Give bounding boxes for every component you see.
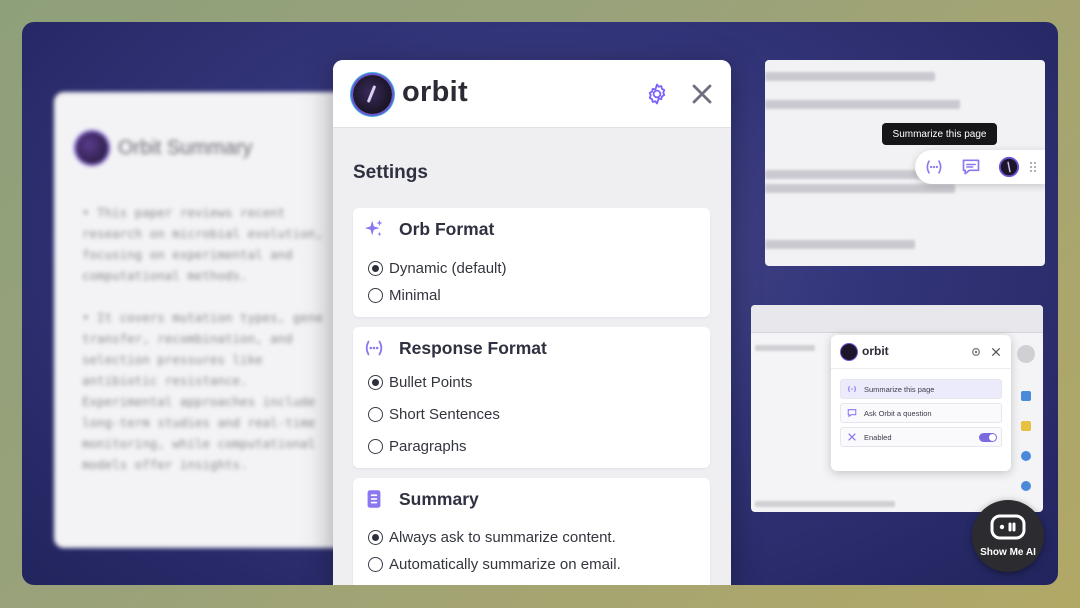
radio-unselected[interactable] [368,288,383,303]
tooltip: Summarize this page [882,123,997,145]
item-label: Ask Orbit a question [864,408,932,418]
summarize-page-item[interactable]: Summarize this page [840,379,1002,399]
chat-icon [847,409,857,418]
radio-short-sentences[interactable]: Short Sentences [368,406,500,423]
radio-bullet-points[interactable]: Bullet Points [368,374,472,391]
section-title: Orb Format [399,218,495,239]
settings-heading: Settings [353,162,428,183]
close-icon[interactable] [690,82,714,106]
option-label: Short Sentences [389,406,500,423]
option-label: Automatically summarize on email. [389,556,621,573]
background-summary-card: Orbit Summary • This paper reviews recen… [54,92,354,548]
brand-name: orbit [862,344,889,358]
panel-header: orbit [333,60,731,128]
summary-title: Orbit Summary [118,136,253,159]
robot-icon [990,514,1026,540]
sidebar-app-icon[interactable] [1021,481,1031,491]
response-format-section: Response Format Bullet Points Short Sent… [353,327,710,468]
summary-text: • This paper reviews recent research on … [82,202,332,475]
radio-minimal[interactable]: Minimal [368,287,441,304]
settings-panel: orbit Settings Orb Format Dynamic (defau… [333,60,731,585]
section-title: Response Format [399,337,547,358]
browser-toolbar [751,305,1043,333]
orbit-logo-icon [353,75,392,114]
sidebar-app-icon[interactable] [1021,421,1031,431]
close-icon[interactable] [991,347,1001,357]
section-title: Summary [399,488,479,509]
badge-label: Show Me AI [980,547,1036,558]
radio-selected[interactable] [368,530,383,545]
radio-selected[interactable] [368,375,383,390]
summary-paragraph: • This paper reviews recent research on … [82,205,323,283]
sidebar-app-icon[interactable] [1021,391,1031,401]
enabled-item[interactable]: Enabled [840,427,1002,447]
drag-handle-icon[interactable] [1029,161,1037,173]
document-icon [367,490,381,508]
floating-toolbar [915,150,1045,184]
radio-paragraphs[interactable]: Paragraphs [368,438,467,455]
gear-icon[interactable] [971,347,981,357]
radio-selected[interactable] [368,261,383,276]
x-icon [848,433,856,441]
option-label: Bullet Points [389,374,473,391]
sparkle-icon [364,219,383,237]
option-label: Dynamic (default) [389,260,507,277]
summarize-icon[interactable] [923,157,945,177]
item-label: Enabled [864,432,892,442]
radio-auto-summarize[interactable]: Automatically summarize on email. [368,556,621,573]
option-label: Paragraphs [389,438,467,455]
sidebar-app-icon[interactable] [1021,451,1031,461]
dots-bracket-icon [848,385,856,393]
orbit-logo-icon [76,132,108,164]
orbit-orb-icon[interactable] [998,156,1020,178]
radio-unselected[interactable] [368,439,383,454]
backdrop: Orbit Summary • This paper reviews recen… [22,22,1058,585]
ask-question-item[interactable]: Ask Orbit a question [840,403,1002,423]
radio-unselected[interactable] [368,407,383,422]
item-label: Summarize this page [864,384,935,394]
mini-popup: orbit Summarize this page Ask Orbit a qu… [831,335,1011,471]
radio-dynamic[interactable]: Dynamic (default) [368,260,507,277]
preview-toolbar-screenshot: Summarize this page [765,60,1045,266]
option-label: Always ask to summarize content. [389,529,616,546]
show-me-ai-badge: Show Me AI [972,500,1044,572]
summary-section: Summary Always ask to summarize content.… [353,478,710,585]
sidebar-avatar [1017,345,1035,363]
dots-bracket-icon [365,340,383,356]
radio-always-ask[interactable]: Always ask to summarize content. [368,529,616,546]
summary-paragraph: • It covers mutation types, gene transfe… [82,310,323,472]
option-label: Minimal [389,287,441,304]
radio-unselected[interactable] [368,557,383,572]
gear-icon[interactable] [645,82,669,106]
enabled-toggle[interactable] [979,433,997,442]
orbit-logo-icon [841,344,857,360]
chat-icon[interactable] [960,157,982,177]
orb-format-section: Orb Format Dynamic (default) Minimal [353,208,710,317]
brand-name: orbit [402,76,468,108]
preview-popup-screenshot: orbit Summarize this page Ask Orbit a qu… [751,305,1043,512]
